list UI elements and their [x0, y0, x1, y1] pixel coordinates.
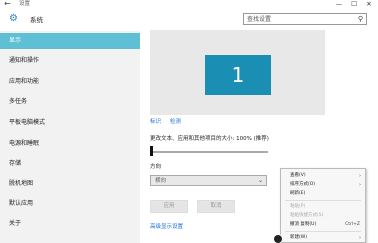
scale-label: 更改文本、应用和其他项目的大小: 100% (推荐): [150, 136, 269, 142]
sidebar: 显示 通知和操作 应用和功能 多任务 平板电脑模式 电源和睡眠 存储 脱机地图 …: [0, 31, 140, 243]
settings-window: ← 设置 — ☐ ✕ ⚙ 系统 查找设置 ⚲ 显示 通知和操作 应用和功能 多任…: [0, 0, 378, 243]
search-icon[interactable]: ⚲: [358, 15, 363, 24]
menu-item-label: 刷新(E): [290, 191, 306, 196]
gear-icon: ⚙: [9, 13, 18, 24]
cancel-button[interactable]: 取消: [197, 200, 235, 213]
menu-item-label: 查看(V): [290, 173, 306, 178]
orientation-dropdown[interactable]: 横向 ⌄: [150, 175, 267, 186]
menu-item-shortcut: Ctrl+Z: [345, 222, 360, 227]
mouse-cursor: [273, 234, 283, 243]
orientation-value: 横向: [155, 178, 167, 184]
menu-item-paste-shortcut[interactable]: 粘贴快捷方式(S): [281, 212, 365, 220]
search-placeholder: 查找设置: [247, 16, 272, 23]
menu-separator: [285, 231, 361, 232]
menu-item-view[interactable]: 查看(V) ›: [281, 172, 365, 180]
sidebar-item-tablet-mode[interactable]: 平板电脑模式: [0, 115, 140, 131]
menu-item-sort[interactable]: 排序方式(O) ›: [281, 181, 365, 189]
menu-item-label: 粘贴(P): [290, 204, 306, 209]
monitor-1-tile[interactable]: 1: [205, 55, 271, 95]
chevron-right-icon: ›: [359, 182, 361, 188]
sidebar-item-display[interactable]: 显示: [0, 33, 140, 49]
menu-item-new[interactable]: 新建(W) ›: [281, 234, 365, 242]
sidebar-item-notifications[interactable]: 通知和操作: [0, 53, 140, 69]
close-button[interactable]: ✕: [362, 0, 376, 9]
menu-separator: [285, 200, 361, 201]
orientation-label: 方向: [150, 164, 162, 170]
sidebar-item-power[interactable]: 电源和睡眠: [0, 136, 140, 152]
menu-item-label: 撤消 复制(U): [290, 222, 317, 227]
maximize-button[interactable]: ☐: [347, 0, 361, 9]
menu-item-refresh[interactable]: 刷新(E): [281, 190, 365, 198]
menu-item-label: 排序方式(O): [290, 182, 316, 187]
scale-slider-thumb[interactable]: [150, 146, 153, 156]
chevron-down-icon: ⌄: [257, 177, 263, 184]
minimize-button[interactable]: —: [332, 0, 346, 9]
search-input[interactable]: 查找设置 ⚲: [243, 13, 367, 25]
sidebar-item-storage[interactable]: 存储: [0, 156, 140, 172]
detect-link[interactable]: 检测: [170, 119, 181, 126]
chevron-right-icon: ›: [359, 173, 361, 179]
sidebar-item-about[interactable]: 关于: [0, 216, 140, 232]
sidebar-item-offline-maps[interactable]: 脱机地图: [0, 176, 140, 192]
page-title: 系统: [30, 16, 43, 24]
sidebar-item-multitasking[interactable]: 多任务: [0, 94, 140, 110]
menu-item-label: 新建(W): [290, 235, 307, 240]
back-arrow-icon[interactable]: ←: [4, 0, 11, 9]
advanced-display-settings-link[interactable]: 高级显示设置: [150, 224, 183, 231]
chevron-right-icon: ›: [359, 235, 361, 241]
context-menu: 查看(V) › 排序方式(O) › 刷新(E) 粘贴(P) 粘贴快捷方式(S) …: [280, 168, 366, 243]
menu-item-label: 粘贴快捷方式(S): [290, 213, 324, 218]
menu-item-undo-copy[interactable]: 撤消 复制(U) Ctrl+Z: [281, 221, 365, 229]
window-title: 设置: [19, 1, 31, 7]
scale-slider-track[interactable]: [150, 151, 268, 153]
apply-button[interactable]: 应用: [150, 200, 188, 213]
sidebar-item-default-apps[interactable]: 默认应用: [0, 196, 140, 212]
menu-item-paste[interactable]: 粘贴(P): [281, 203, 365, 211]
identify-link[interactable]: 标识: [150, 119, 161, 126]
sidebar-item-apps[interactable]: 应用和功能: [0, 74, 140, 90]
title-bar: ← 设置 — ☐ ✕: [0, 0, 378, 9]
